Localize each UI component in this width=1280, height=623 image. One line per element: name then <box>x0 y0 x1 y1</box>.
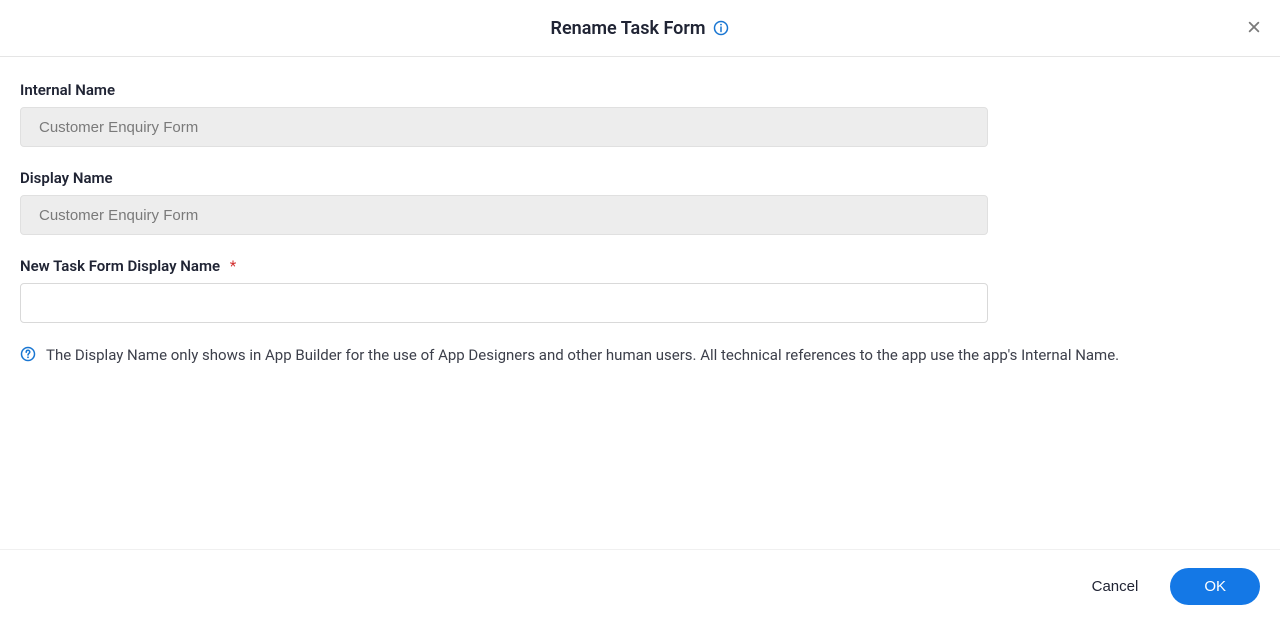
internal-name-group: Internal Name <box>20 81 1260 147</box>
new-display-name-label: New Task Form Display Name * <box>20 257 1260 275</box>
display-name-label: Display Name <box>20 169 1260 187</box>
new-display-name-field[interactable] <box>20 283 988 323</box>
dialog-header: Rename Task Form <box>0 0 1280 57</box>
info-icon[interactable] <box>713 20 729 36</box>
required-indicator: * <box>230 257 236 275</box>
dialog-footer: Cancel OK <box>0 549 1280 623</box>
internal-name-field <box>20 107 988 147</box>
close-icon <box>1247 20 1261 37</box>
display-name-field <box>20 195 988 235</box>
help-text: The Display Name only shows in App Build… <box>46 345 1119 366</box>
new-display-name-label-text: New Task Form Display Name <box>20 257 220 275</box>
help-row: The Display Name only shows in App Build… <box>20 345 1260 366</box>
dialog-body: Internal Name Display Name New Task Form… <box>0 57 1280 366</box>
dialog-title-wrap: Rename Task Form <box>551 18 730 39</box>
cancel-button[interactable]: Cancel <box>1088 570 1143 603</box>
display-name-group: Display Name <box>20 169 1260 235</box>
help-icon <box>20 346 36 362</box>
ok-button[interactable]: OK <box>1170 568 1260 605</box>
close-button[interactable] <box>1242 16 1266 40</box>
dialog-title: Rename Task Form <box>551 18 706 39</box>
new-display-name-group: New Task Form Display Name * <box>20 257 1260 323</box>
internal-name-label: Internal Name <box>20 81 1260 99</box>
